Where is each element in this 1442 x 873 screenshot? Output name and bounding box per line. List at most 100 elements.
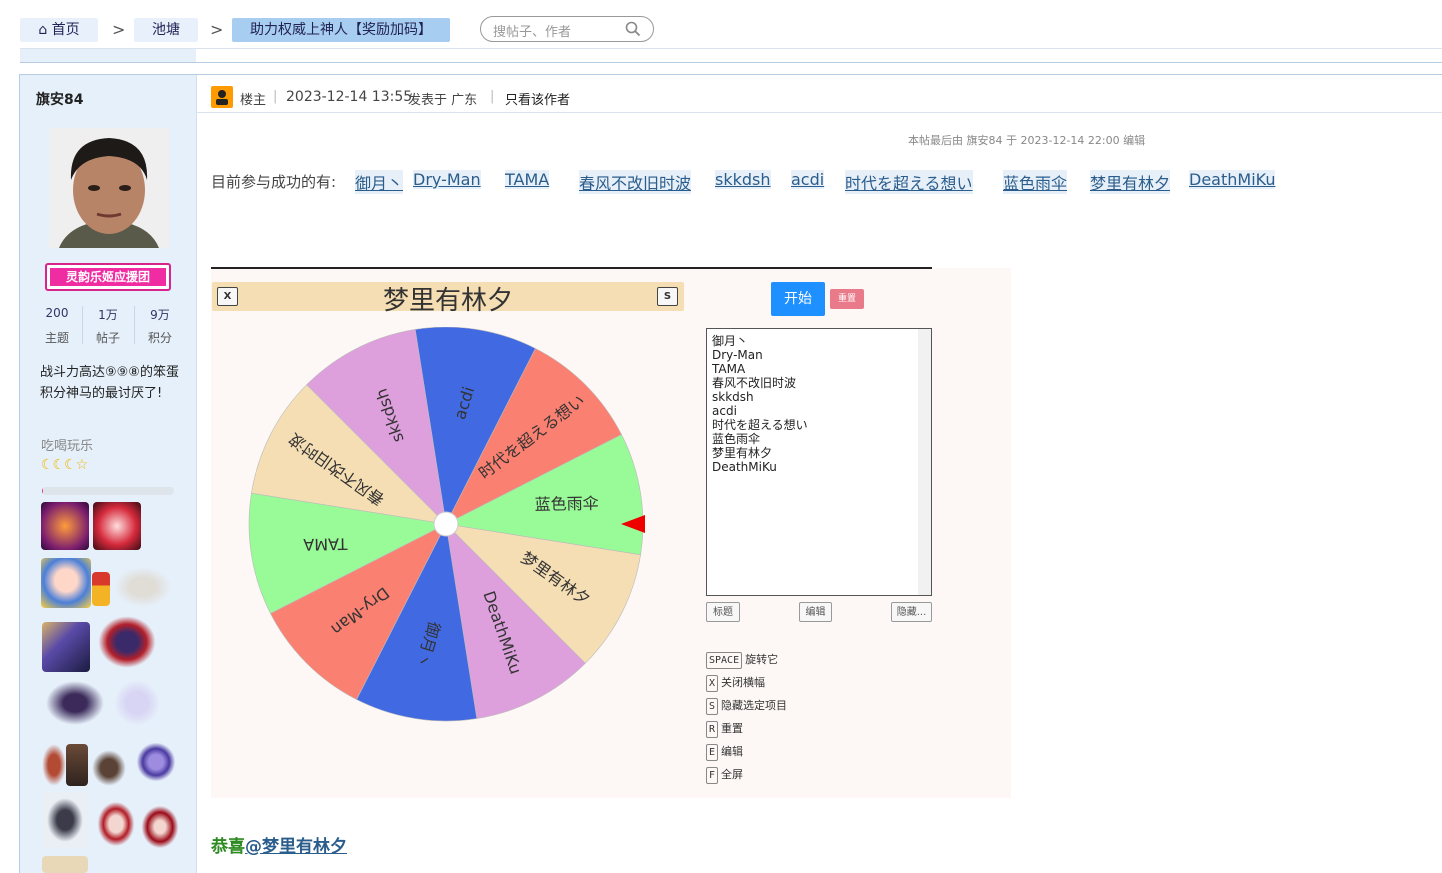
divider: [134, 306, 135, 344]
character-sprite-icon[interactable]: [96, 614, 158, 670]
breadcrumb-thread[interactable]: 助力权威上神人【奖励加码】: [232, 18, 450, 42]
shortcut-hide: S 隐藏选定项目: [706, 697, 787, 715]
divider: [197, 112, 1442, 113]
divider: [82, 306, 83, 344]
stat-credits-value[interactable]: 9万: [140, 306, 180, 323]
shortcut-key: F: [706, 767, 719, 784]
reset-button[interactable]: 重置: [830, 289, 864, 309]
breadcrumb-home[interactable]: ⌂ 首页: [20, 18, 98, 42]
only-author-link[interactable]: 只看该作者: [505, 89, 570, 108]
wheel-hub[interactable]: [433, 511, 459, 537]
author-rank: 吃喝玩乐: [41, 439, 94, 454]
level-progress: [42, 487, 174, 495]
divider: |: [490, 89, 495, 104]
participant-link[interactable]: 时代を超える想い: [845, 170, 973, 194]
post-date: 2023-12-14 13:55: [286, 89, 413, 105]
character-sprite-icon[interactable]: [41, 558, 91, 608]
shortcut-spin: SPACE 旋转它: [706, 651, 778, 669]
card-icon[interactable]: [42, 622, 90, 672]
hide-item-button[interactable]: S: [657, 287, 678, 306]
floor-label: 楼主: [240, 93, 267, 108]
author-name[interactable]: 旗安84: [36, 89, 83, 109]
participant-link[interactable]: 御月丶: [355, 170, 404, 194]
prize-wheel[interactable]: acdi时代を超える想い蓝色雨伞梦里有林夕DeathMiKu御月丶Dry-Man…: [248, 327, 648, 723]
shortcut-edit: E 编辑: [706, 743, 743, 761]
title-tab-button[interactable]: 标题: [706, 602, 740, 622]
character-sprite-icon[interactable]: [92, 750, 126, 786]
character-sprite-icon[interactable]: [42, 744, 66, 786]
shortcut-key: SPACE: [706, 652, 743, 669]
floor-owner-icon: [211, 86, 233, 108]
wheel-segment-label: 蓝色雨伞: [534, 494, 598, 514]
medal-icon[interactable]: [41, 502, 89, 550]
post-location: 发表于 广东: [408, 93, 478, 108]
participant-link[interactable]: Dry-Man: [413, 170, 481, 189]
shortcut-key: E: [706, 744, 719, 761]
participant-link[interactable]: skkdsh: [715, 170, 771, 189]
participants-label: 目前参与成功的有:: [211, 173, 337, 191]
character-sprite-icon[interactable]: [112, 678, 162, 728]
shortcut-desc: 关闭横幅: [721, 676, 766, 689]
shortcut-reset: R 重置: [706, 720, 743, 738]
shortcut-desc: 编辑: [721, 745, 744, 758]
shortcut-desc: 隐藏选定项目: [721, 699, 788, 712]
medal-icon[interactable]: [92, 572, 110, 606]
avatar[interactable]: [49, 128, 169, 248]
search-placeholder: 搜帖子、作者: [493, 25, 572, 40]
shortcut-close-banner: X 关闭横幅: [706, 674, 765, 692]
group-badge[interactable]: 灵韵乐姬应援团: [45, 263, 171, 291]
edit-note: 本帖最后由 旗安84 于 2023-12-14 22:00 编辑: [908, 134, 1146, 147]
start-button[interactable]: 开始: [771, 282, 825, 316]
shortcut-key: R: [706, 721, 719, 738]
stat-posts-value[interactable]: 1万: [88, 306, 128, 323]
winner-mention-link[interactable]: @梦里有林夕: [245, 837, 347, 857]
home-icon: ⌂: [38, 22, 48, 38]
breadcrumb-separator: >: [210, 20, 224, 39]
participant-link[interactable]: acdi: [791, 170, 825, 189]
rank-stars: ☾☾☾☆: [41, 457, 88, 473]
character-sprite-icon[interactable]: [42, 856, 88, 873]
participant-link[interactable]: 梦里有林夕: [1090, 170, 1171, 194]
participant-link[interactable]: DeathMiKu: [1189, 170, 1276, 189]
group-badge-label: 灵韵乐姬应援团: [65, 270, 150, 284]
breadcrumb-home-label: 首页: [51, 22, 80, 38]
character-sprite-icon[interactable]: [42, 678, 108, 728]
divider: [20, 62, 1442, 63]
congrats-line: 恭喜@梦里有林夕: [211, 832, 347, 857]
stat-threads-value[interactable]: 200: [37, 306, 77, 320]
breadcrumb-forum[interactable]: 池塘: [134, 18, 198, 42]
stat-threads-label: 主题: [44, 331, 69, 345]
search-input[interactable]: 搜帖子、作者: [480, 16, 654, 42]
character-sprite-icon[interactable]: [112, 565, 174, 609]
shortcut-desc: 重置: [721, 722, 744, 735]
character-sprite-icon[interactable]: [66, 744, 88, 786]
entries-textarea[interactable]: 御月丶 Dry-Man TAMA 春风不改旧时波 skkdsh acdi 时代を…: [706, 328, 932, 596]
wheel-app-topline: [211, 267, 932, 269]
character-sprite-icon[interactable]: [140, 804, 180, 850]
shortcut-desc: 旋转它: [745, 653, 779, 666]
participant-link[interactable]: TAMA: [505, 170, 550, 189]
search-icon[interactable]: [625, 21, 641, 37]
hidden-tab-button[interactable]: 隐藏...: [891, 602, 932, 622]
character-sprite-icon[interactable]: [42, 792, 88, 848]
participant-link[interactable]: 蓝色雨伞: [1003, 170, 1068, 194]
shortcut-key: X: [706, 675, 719, 692]
shortcut-key: S: [706, 698, 719, 715]
edit-tab-button[interactable]: 编辑: [799, 602, 832, 622]
stat-posts-label: 帖子: [95, 331, 120, 345]
medal-icon[interactable]: [93, 502, 141, 550]
participant-link[interactable]: 春风不改旧时波: [579, 170, 692, 194]
wheel-title: 梦里有林夕: [382, 286, 513, 316]
character-sprite-icon[interactable]: [136, 740, 176, 784]
divider: [20, 48, 1442, 49]
level-progress-fill: [42, 487, 44, 495]
textarea-scrollbar[interactable]: [918, 329, 931, 595]
character-sprite-icon[interactable]: [96, 800, 136, 848]
shortcut-desc: 全屏: [721, 768, 744, 781]
sidebar-stub: [20, 49, 196, 62]
stat-credits-label: 积分: [147, 331, 172, 345]
shortcut-fullscreen: F 全屏: [706, 766, 743, 784]
divider: |: [273, 89, 278, 104]
author-signature: 战斗力高达⑨⑨⑧的笨蛋积分神马的最讨厌了!: [40, 365, 179, 401]
breadcrumb-separator: >: [112, 20, 126, 39]
